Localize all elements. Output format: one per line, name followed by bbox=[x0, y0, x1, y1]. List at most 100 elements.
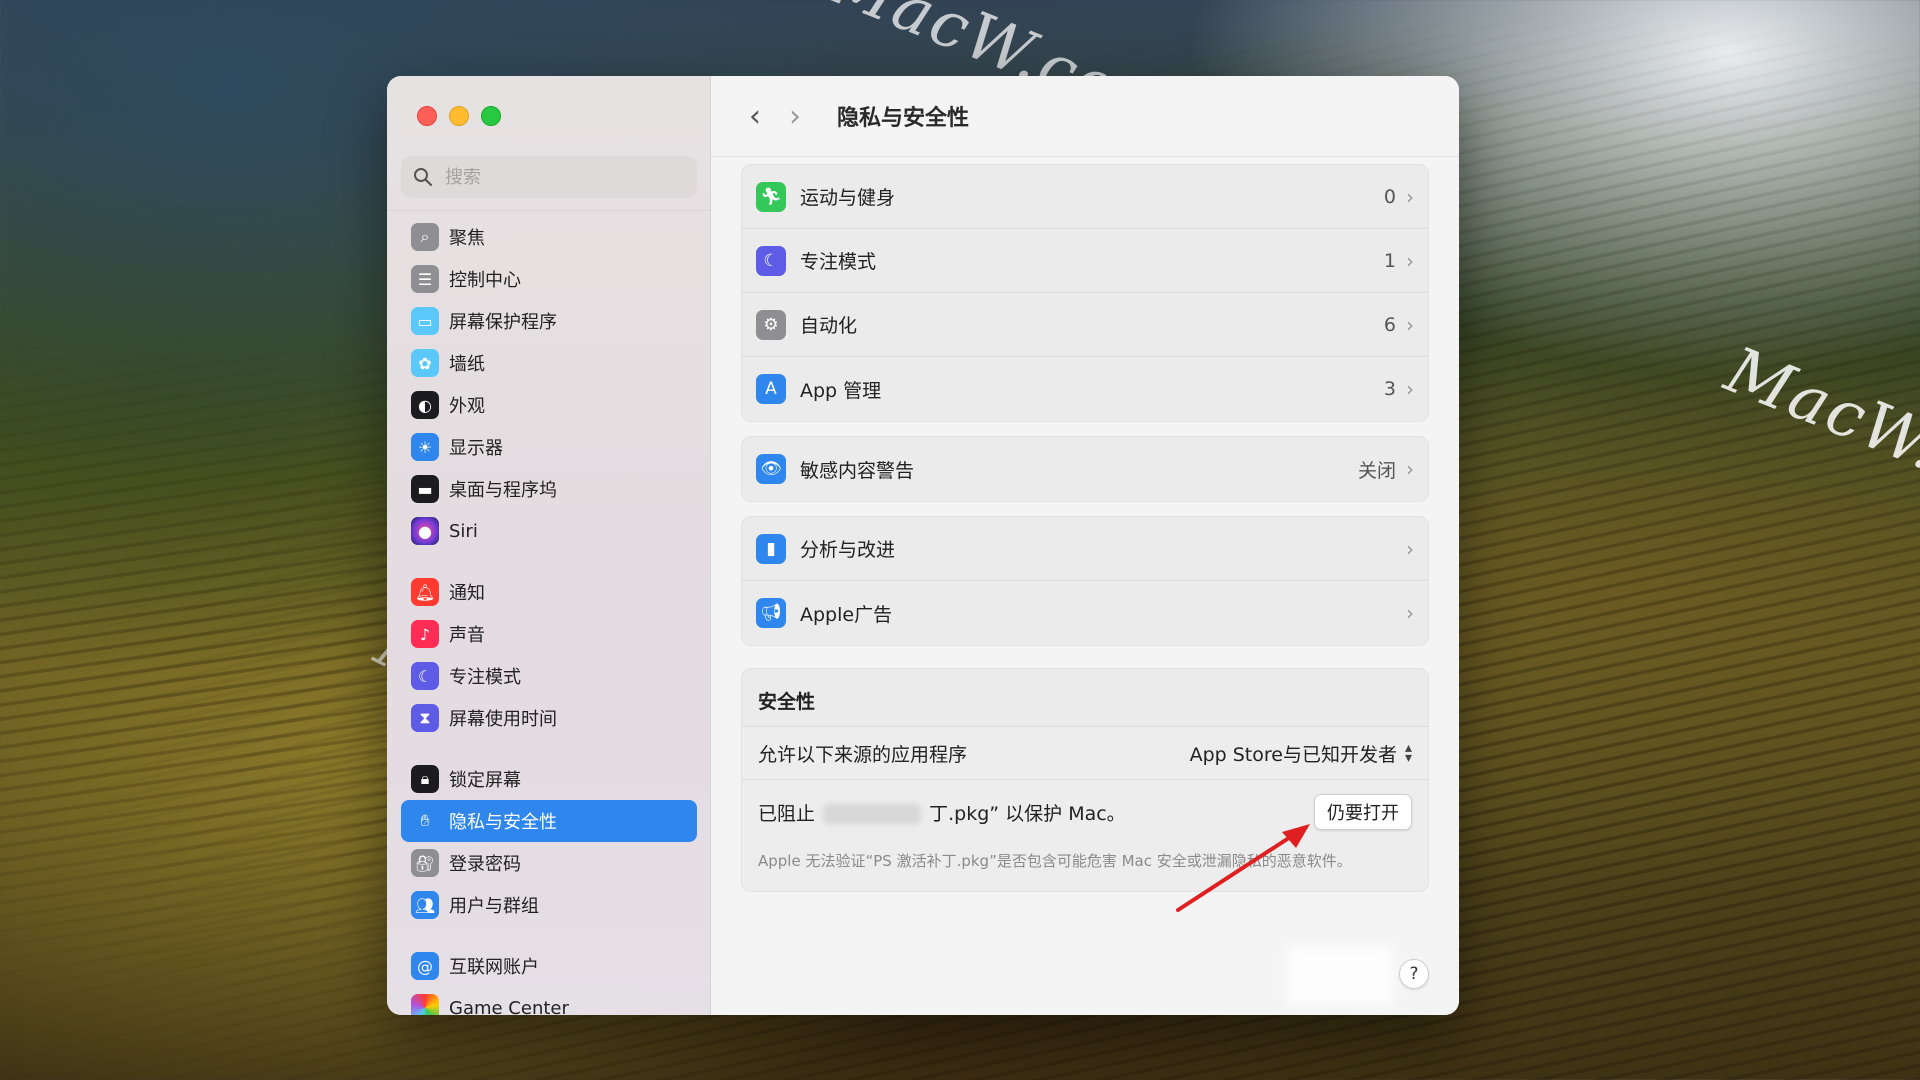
sidebar-item-displays[interactable]: ☀ 显示器 bbox=[401, 426, 697, 468]
sidebar-item-notifications[interactable]: 🔔︎ 通知 bbox=[401, 571, 697, 613]
back-button[interactable]: ‹ bbox=[735, 99, 775, 134]
eye-icon: 👁︎ bbox=[756, 454, 786, 484]
dock-icon: ▬ bbox=[411, 475, 439, 503]
sidebar-item-wallpaper[interactable]: ✿ 墙纸 bbox=[401, 342, 697, 384]
allow-apps-label: 允许以下来源的应用程序 bbox=[758, 743, 968, 766]
sidebar-item-control-center[interactable]: ☰ 控制中心 bbox=[401, 258, 697, 300]
redacted-filename bbox=[823, 804, 922, 824]
at-icon: @ bbox=[411, 952, 439, 980]
sidebar-item-label: 用户与群组 bbox=[449, 896, 539, 917]
sidebar-item-lock-screen[interactable]: 🔒︎ 锁定屏幕 bbox=[401, 758, 697, 800]
sidebar-list: ⌕ 聚焦 ☰ 控制中心 ▭ 屏幕保护程序 ✿ 墙纸 ◐ 外观 ☀ 显示器 ▬ 桌… bbox=[401, 216, 697, 1015]
appearance-icon: ◐ bbox=[411, 391, 439, 419]
hand-icon: ✋︎ bbox=[411, 807, 439, 835]
search-field[interactable] bbox=[401, 156, 697, 198]
blocked-app-message: 已阻止 丁.pkg” 以保护 Mac。 bbox=[758, 799, 1314, 826]
forward-button[interactable]: › bbox=[775, 99, 815, 134]
allow-apps-value: App Store与已知开发者 bbox=[1189, 743, 1397, 766]
hourglass-icon: ⧗ bbox=[411, 704, 439, 732]
row-label: 自动化 bbox=[800, 315, 858, 337]
sidebar-item-label: 外观 bbox=[449, 396, 485, 417]
sidebar-divider bbox=[387, 210, 710, 211]
row-label: 运动与健身 bbox=[800, 187, 896, 209]
sidebar-item-label: 聚焦 bbox=[449, 228, 485, 249]
sidebar-item-label: 屏幕保护程序 bbox=[449, 312, 557, 333]
row-label: Apple广告 bbox=[800, 603, 893, 626]
chevron-right-icon: › bbox=[1406, 536, 1414, 561]
chevron-right-icon: › bbox=[1406, 377, 1414, 401]
chevron-right-icon: › bbox=[1406, 184, 1414, 209]
toolbar: ‹ › 隐私与安全性 bbox=[711, 76, 1459, 157]
sidebar-item-label: 声音 bbox=[449, 625, 485, 646]
minimize-button[interactable] bbox=[449, 106, 469, 126]
screensaver-icon: ▭ bbox=[411, 307, 439, 335]
row-value: 关闭 bbox=[1357, 459, 1396, 482]
security-header: 安全性 bbox=[758, 691, 816, 713]
sidebar-item-appearance[interactable]: ◐ 外观 bbox=[401, 384, 697, 426]
magnifier-icon: ⌕ bbox=[411, 223, 439, 251]
control-center-icon: ☰ bbox=[411, 265, 439, 293]
sidebar-item-internet-accounts[interactable]: @ 互联网账户 bbox=[401, 945, 697, 987]
sidebar-item-label: 通知 bbox=[449, 583, 485, 604]
open-anyway-button[interactable]: 仍要打开 bbox=[1314, 794, 1412, 830]
sidebar-item-screensaver[interactable]: ▭ 屏幕保护程序 bbox=[401, 300, 697, 342]
sidebar-item-label: 屏幕使用时间 bbox=[449, 709, 557, 730]
focus-icon: ☾ bbox=[411, 662, 439, 690]
sidebar-item-desktop-dock[interactable]: ▬ 桌面与程序坞 bbox=[401, 468, 697, 510]
chevron-right-icon: › bbox=[1406, 312, 1414, 337]
search-input[interactable] bbox=[443, 165, 677, 189]
close-button[interactable] bbox=[417, 106, 437, 126]
row-value: 1 bbox=[1383, 249, 1396, 272]
sidebar-item-label: 锁定屏幕 bbox=[449, 770, 521, 791]
sidebar-item-users-groups[interactable]: 👥︎ 用户与群组 bbox=[401, 884, 697, 926]
row-label: 专注模式 bbox=[800, 251, 877, 273]
game-center-icon bbox=[411, 994, 439, 1015]
row-fitness[interactable]: 🏃︎ 运动与健身 0 › bbox=[742, 165, 1428, 229]
row-app-management[interactable]: A App 管理 3 › bbox=[742, 357, 1428, 421]
allow-apps-row: 允许以下来源的应用程序 App Store与已知开发者 ▴ ▾ bbox=[742, 726, 1428, 779]
lock-icon: 🔒︎ bbox=[411, 765, 439, 793]
allow-apps-popup[interactable]: App Store与已知开发者 ▴ ▾ bbox=[1190, 740, 1412, 767]
sidebar-item-label: 登录密码 bbox=[449, 854, 521, 875]
zoom-button[interactable] bbox=[481, 106, 501, 126]
chart-icon: ▮ bbox=[756, 533, 786, 564]
row-sensitive-content[interactable]: 👁︎ 敏感内容警告 关闭 › bbox=[742, 437, 1428, 501]
sidebar-item-login-password[interactable]: 🔐︎ 登录密码 bbox=[401, 842, 697, 884]
help-button[interactable]: ? bbox=[1399, 959, 1429, 989]
privacy-group-2: 👁︎ 敏感内容警告 关闭 › bbox=[741, 436, 1429, 502]
sidebar-item-siri[interactable]: ● Siri bbox=[401, 510, 697, 552]
sidebar-item-screen-time[interactable]: ⧗ 屏幕使用时间 bbox=[401, 697, 697, 739]
sidebar-item-label: 显示器 bbox=[449, 438, 503, 459]
row-label: 分析与改进 bbox=[800, 539, 896, 561]
sidebar-item-privacy-security[interactable]: ✋︎ 隐私与安全性 bbox=[401, 800, 697, 842]
gears-icon: ⚙ bbox=[756, 309, 786, 340]
password-icon: 🔐︎ bbox=[411, 849, 439, 877]
chevron-right-icon: › bbox=[1406, 248, 1414, 273]
siri-icon: ● bbox=[411, 517, 439, 545]
sidebar-item-label: 桌面与程序坞 bbox=[449, 480, 557, 501]
sidebar-item-sound[interactable]: ♪ 声音 bbox=[401, 613, 697, 655]
sidebar-item-focus[interactable]: ☾ 专注模式 bbox=[401, 655, 697, 697]
row-automation[interactable]: ⚙ 自动化 6 › bbox=[742, 293, 1428, 357]
sidebar-item-label: 互联网账户 bbox=[449, 957, 539, 978]
sidebar-item-label: 墙纸 bbox=[449, 354, 485, 375]
sidebar-item-game-center[interactable]: Game Center bbox=[401, 987, 697, 1015]
app-store-icon: A bbox=[756, 374, 786, 404]
sidebar-item-spotlight[interactable]: ⌕ 聚焦 bbox=[401, 216, 697, 258]
sound-icon: ♪ bbox=[411, 620, 439, 648]
row-apple-ads[interactable]: 📢︎ Apple广告 › bbox=[742, 581, 1428, 645]
sidebar-item-label: 专注模式 bbox=[449, 667, 521, 688]
row-focus[interactable]: ☾ 专注模式 1 › bbox=[742, 229, 1428, 293]
sidebar-item-label: Siri bbox=[449, 520, 478, 542]
privacy-group-3: ▮ 分析与改进 › 📢︎ Apple广告 › bbox=[741, 516, 1429, 646]
row-analytics[interactable]: ▮ 分析与改进 › bbox=[742, 517, 1428, 581]
sidebar: ⌕ 聚焦 ☰ 控制中心 ▭ 屏幕保护程序 ✿ 墙纸 ◐ 外观 ☀ 显示器 bbox=[387, 76, 711, 1015]
settings-content: 🏃︎ 运动与健身 0 › ☾ 专注模式 1 › ⚙ 自动化 6 › A App … bbox=[741, 164, 1429, 906]
blocked-app-note: Apple 无法验证“PS 激活补丁.pkg”是否包含可能危害 Mac 安全或泄… bbox=[742, 838, 1428, 891]
notification-icon: 🔔︎ bbox=[411, 578, 439, 606]
fitness-icon: 🏃︎ bbox=[756, 181, 786, 212]
blocked-prefix: 已阻止 bbox=[758, 802, 816, 825]
